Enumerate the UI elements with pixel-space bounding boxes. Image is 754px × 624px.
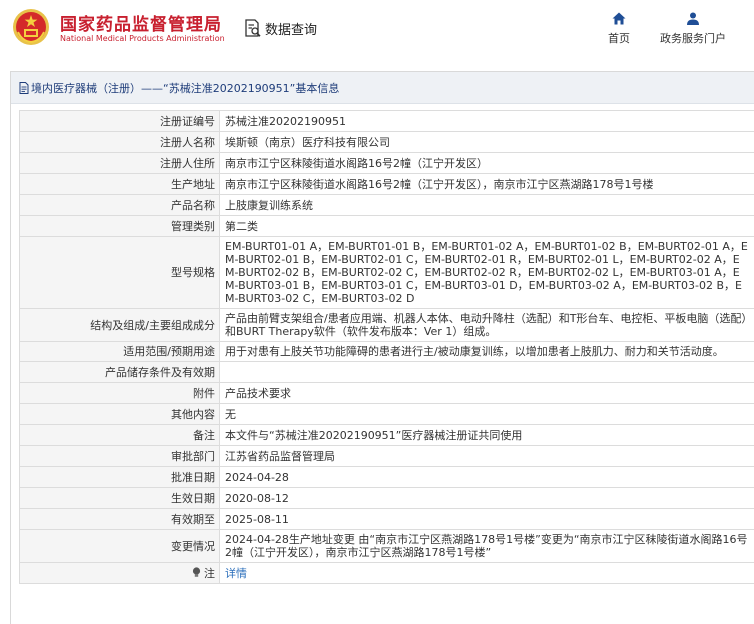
row-value: 本文件与“苏械注准20202190951”医疗器械注册证共同使用 [219,424,754,446]
detail-title: 境内医疗器械（注册）——“苏械注准20202190951”基本信息 [31,81,340,95]
row-value: 埃斯顿（南京）医疗科技有限公司 [219,131,754,153]
table-row: 附件 产品技术要求 [19,382,754,404]
table-row: 管理类别 第二类 [19,215,754,237]
info-table: 注册证编号 苏械注准20202190951 注册人名称 埃斯顿（南京）医疗科技有限公… [19,110,754,584]
table-row: 备注 本文件与“苏械注准20202190951”医疗器械注册证共同使用 [19,424,754,446]
row-label: 注册人名称 [19,131,220,153]
row-value: 2024-04-28生产地址变更 由“南京市江宁区燕湖路178号1号楼”变更为“… [219,529,754,563]
table-row: 注 详情 [19,562,754,584]
page: 国家药品监督管理局 National Medical Products Admi… [0,0,754,624]
row-label: 备注 [19,424,220,446]
table-row: 变更情况 2024-04-28生产地址变更 由“南京市江宁区燕湖路178号1号楼”… [19,529,754,563]
detail-panel: 境内医疗器械（注册）——“苏械注准20202190951”基本信息 注册证编号苏… [10,71,754,624]
row-value: 南京市江宁区秣陵街道水阁路16号2幢（江宁开发区） [219,152,754,174]
row-label: 生效日期 [19,487,220,509]
document-icon [19,81,29,94]
row-label: 管理类别 [19,215,220,237]
home-icon [612,12,626,25]
row-value: 江苏省药品监督管理局 [219,445,754,467]
note-label: 注 [204,566,215,580]
row-value: 产品由前臂支架组合/患者应用端、机器人本体、电动升降柱（选配）和T形台车、电控柜… [219,308,754,342]
table-row: 批准日期 2024-04-28 [19,466,754,488]
table-row: 有效期至 2025-08-11 [19,508,754,530]
table-row: 注册人住所 南京市江宁区秣陵街道水阁路16号2幢（江宁开发区） [19,152,754,174]
user-icon [687,12,699,25]
row-value [219,361,754,383]
site-name-en: National Medical Products Administration [60,34,225,43]
table-row: 生产地址 南京市江宁区秣陵街道水阁路16号2幢（江宁开发区），南京市江宁区燕湖路1… [19,173,754,195]
table-row: 型号规格 EM-BURT01-01 A，EM-BURT01-01 B，EM-BUR… [19,236,754,309]
site-name[interactable]: 国家药品监督管理局 [60,10,222,35]
table-row: 生效日期 2020-08-12 [19,487,754,509]
national-emblem-icon [13,9,49,45]
row-value: 产品技术要求 [219,382,754,404]
table-row: 结构及组成/主要组成成分 产品由前臂支架组合/患者应用端、机器人本体、电动升降柱（… [19,308,754,342]
row-label: 批准日期 [19,466,220,488]
row-label: 生产地址 [19,173,220,195]
table-row: 产品储存条件及有效期 [19,361,754,383]
table-row: 其他内容无 [19,403,754,425]
row-value: 第二类 [219,215,754,237]
row-value: 上肢康复训练系统 [219,194,754,216]
row-label: 型号规格 [19,236,220,309]
row-label: 产品名称 [19,194,220,216]
row-value: 2025-08-11 [219,508,754,530]
row-label: 注册证编号 [19,110,220,132]
nav-service-portal[interactable]: 政务服务门户 [660,12,726,46]
data-search-icon [245,19,261,37]
row-value: 用于对患有上肢关节功能障碍的患者进行主/被动康复训练，以增加患者上肢肌力、耐力和… [219,341,754,362]
details-link[interactable]: 详情 [225,567,247,580]
note-value-cell: 详情 [219,562,754,584]
row-label: 审批部门 [19,445,220,467]
row-label: 产品储存条件及有效期 [19,361,220,383]
nav-home-label: 首页 [608,32,630,45]
table-row: 适用范围/预期用途 用于对患有上肢关节功能障碍的患者进行主/被动康复训练，以增加患… [19,341,754,362]
data-query-label: 数据查询 [265,22,318,38]
row-value: 苏械注准20202190951 [219,110,754,132]
data-query-link[interactable]: 数据查询 [244,17,317,39]
row-label: 注册人住所 [19,152,220,174]
nav-service-label: 政务服务门户 [660,32,726,45]
table-row: 注册人名称 埃斯顿（南京）医疗科技有限公司 [19,131,754,153]
row-value: 2024-04-28 [219,466,754,488]
row-value: 2020-08-12 [219,487,754,509]
row-label: 变更情况 [19,529,220,563]
row-label: 其他内容 [19,403,220,425]
note-label-cell: 注 [19,562,220,584]
lightbulb-icon [192,566,200,577]
detail-title-bar: 境内医疗器械（注册）——“苏械注准20202190951”基本信息 [11,72,754,104]
table-row: 产品名称 上肢康复训练系统 [19,194,754,216]
row-label: 适用范围/预期用途 [19,341,220,362]
table-row: 注册证编号 苏械注准20202190951 [19,110,754,132]
row-value: 无 [219,403,754,425]
nav-home[interactable]: 首页 [608,12,630,46]
row-label: 有效期至 [19,508,220,530]
row-label: 附件 [19,382,220,404]
row-label: 结构及组成/主要组成成分 [19,308,220,342]
row-value: 南京市江宁区秣陵街道水阁路16号2幢（江宁开发区），南京市江宁区燕湖路178号1… [219,173,754,195]
row-value: EM-BURT01-01 A，EM-BURT01-01 B，EM-BURT01-… [219,236,754,309]
table-row: 审批部门 江苏省药品监督管理局 [19,445,754,467]
site-header: 国家药品监督管理局 National Medical Products Admi… [0,0,754,62]
